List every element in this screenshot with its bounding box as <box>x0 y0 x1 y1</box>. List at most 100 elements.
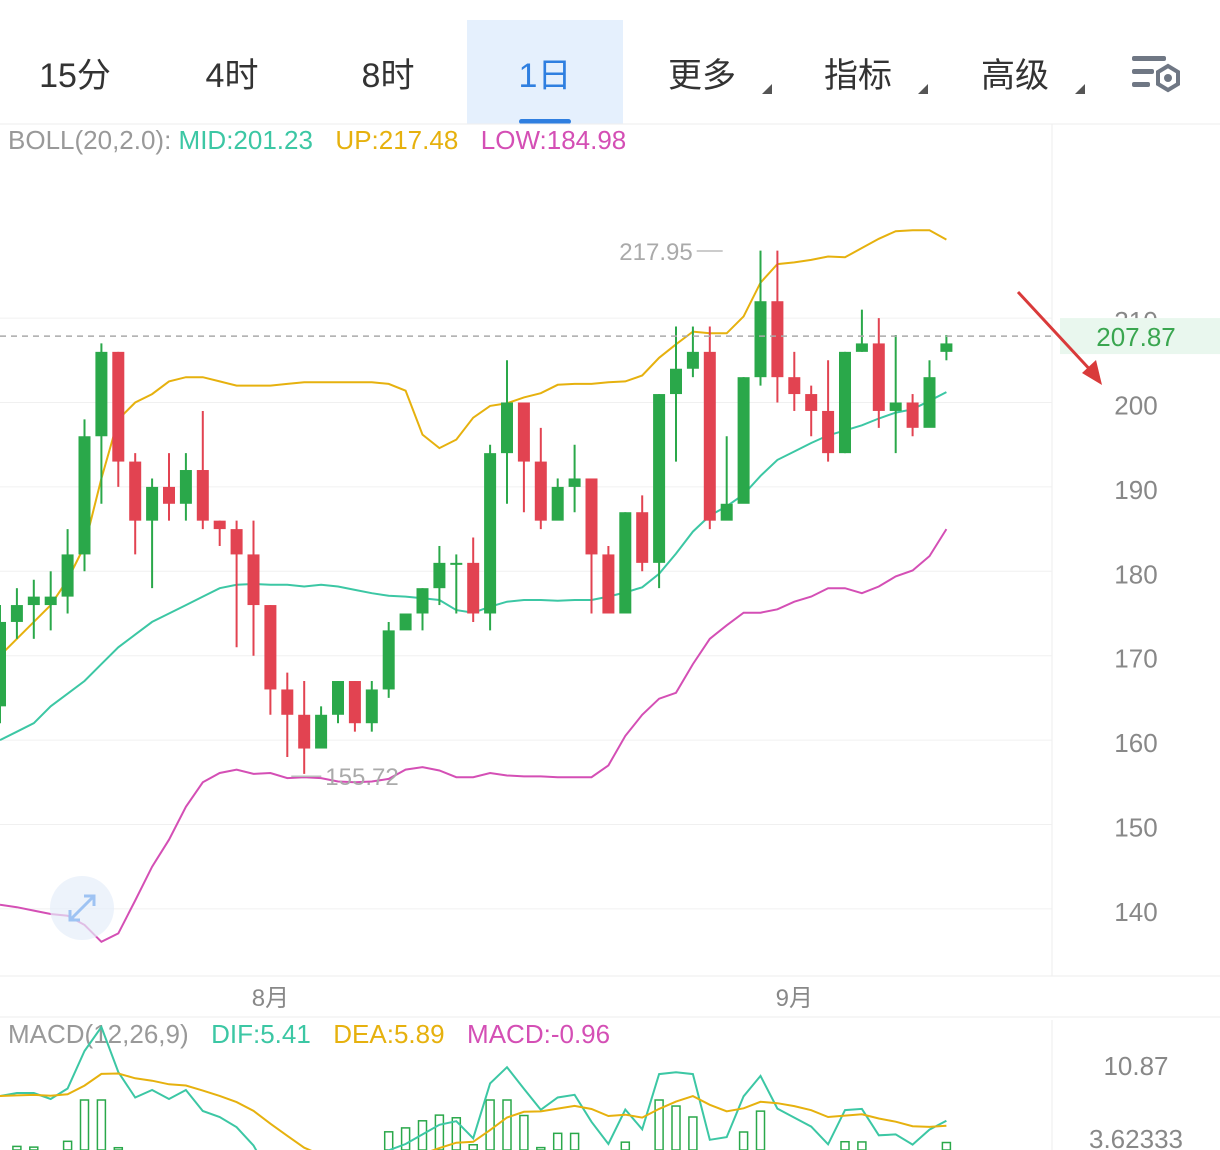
macd-dif-value: DIF:5.41 <box>211 1019 311 1049</box>
max-price-label: 217.95 <box>619 239 692 266</box>
current-price-label: 207.87 <box>1096 322 1176 352</box>
candle-down <box>585 478 598 555</box>
candle-up <box>720 503 733 521</box>
tab-label: 4时 <box>205 56 259 95</box>
y-tick-label: 140 <box>1114 897 1157 927</box>
macd-indicator-header: MACD(12,26,9) DIF:5.41 DEA:5.89 MACD:-0.… <box>8 1019 610 1050</box>
macd-histogram-bar <box>502 1099 512 1150</box>
macd-histogram-bar <box>688 1116 698 1150</box>
tab-6[interactable]: 高级 <box>937 20 1093 124</box>
mid-line <box>0 391 947 741</box>
candle-down <box>703 351 716 521</box>
candle-up <box>179 470 192 504</box>
candle-down <box>163 486 175 504</box>
tab-1[interactable]: 4时 <box>154 20 310 124</box>
candle-up <box>332 681 344 715</box>
lower-band-line <box>0 528 948 944</box>
candle-up <box>839 351 851 454</box>
candle-up <box>855 343 868 352</box>
macd-histogram-bar <box>96 1099 107 1150</box>
macd-tick-label: 10.87 <box>1103 1051 1168 1081</box>
tab-0[interactable]: 15分 <box>0 20 153 124</box>
tab-3[interactable]: 1日 <box>467 20 623 124</box>
dropdown-caret-icon <box>1075 84 1085 94</box>
candle-down <box>771 301 784 378</box>
macd-histogram-bar <box>840 1140 850 1150</box>
macd-histogram-bar <box>519 1114 529 1150</box>
macd-histogram-bar <box>62 1140 73 1150</box>
tab-4[interactable]: 更多 <box>624 20 780 124</box>
macd-name: MACD(12,26,9) <box>8 1019 189 1049</box>
candle-up <box>10 605 23 622</box>
tab-label: 更多 <box>668 56 736 95</box>
tab-label: 8时 <box>361 56 415 95</box>
candle-down <box>196 470 209 521</box>
candle-down <box>906 402 919 428</box>
candle-up <box>95 351 108 437</box>
candle-down <box>230 529 243 555</box>
active-tab-indicator <box>519 119 571 124</box>
candle-down <box>467 562 480 614</box>
price-chart[interactable]: 140 150 160 170 180 190 200 210 8月 9月 207.87 217.95… <box>0 0 1220 1150</box>
macd-histogram-bar <box>738 1131 749 1150</box>
macd-histogram-bar <box>620 1141 631 1150</box>
tab-label: 15分 <box>39 56 111 95</box>
macd-histogram-bar <box>485 1099 495 1150</box>
candle-up <box>27 596 40 606</box>
boll-name: BOLL(20,2.0): <box>8 125 172 155</box>
boll-indicator-header: BOLL(20,2.0): MID:201.23 UP:217.48 LOW:1… <box>8 125 626 156</box>
tab-label: 高级 <box>981 56 1049 95</box>
candle-down <box>872 343 885 411</box>
candle-up <box>653 394 666 563</box>
candle-up <box>484 453 497 614</box>
tab-2[interactable]: 8时 <box>310 20 466 124</box>
macd-histogram-bar <box>383 1131 394 1150</box>
macd-histogram-bar <box>400 1127 411 1150</box>
y-tick-label: 190 <box>1114 475 1157 505</box>
candle-down <box>534 461 547 521</box>
candle-down <box>602 554 615 614</box>
expand-chart-button[interactable] <box>50 876 114 940</box>
candle-down <box>264 605 277 690</box>
macd-histogram-bar <box>417 1120 428 1150</box>
macd-histogram-bar <box>79 1099 90 1150</box>
candle-down <box>281 689 294 715</box>
macd-histogram-bar <box>654 1099 664 1150</box>
tab-label: 1日 <box>518 56 572 95</box>
candle-down <box>129 461 142 521</box>
candle-up <box>686 351 699 369</box>
candle-up <box>365 689 378 724</box>
candle-down <box>636 512 649 563</box>
candle-up <box>754 301 767 378</box>
candle-down <box>788 377 801 395</box>
min-price-label: 155.72 <box>325 764 398 791</box>
tab-5[interactable]: 指标 <box>780 20 936 124</box>
dea-line <box>0 1072 947 1150</box>
macd-histogram-bar <box>857 1141 867 1150</box>
candle-up <box>399 613 412 631</box>
candle-up <box>737 377 750 504</box>
y-tick-label: 170 <box>1114 644 1157 674</box>
macd-histogram-bar <box>941 1141 952 1150</box>
y-tick-label: 200 <box>1114 391 1157 421</box>
candle-down <box>298 714 311 749</box>
period-tab-bar: 15分 4时 8时 1日 更多 指标 高级 <box>0 0 1220 124</box>
candle-up <box>940 343 953 352</box>
x-tick-label: 8月 <box>252 985 289 1012</box>
candle-up <box>450 562 463 565</box>
macd-histogram-bar <box>468 1143 478 1150</box>
macd-histogram-bar <box>12 1145 22 1150</box>
macd-histogram-bar <box>569 1132 580 1150</box>
candle-up <box>416 588 429 614</box>
macd-histogram-bar <box>434 1114 445 1150</box>
macd-histogram-bar <box>451 1117 462 1150</box>
candle-up <box>619 512 632 614</box>
candle-up <box>433 562 446 589</box>
upper-band-line <box>0 229 947 657</box>
chart-settings-icon[interactable] <box>1128 50 1184 98</box>
macd-tick-label: 3.62333 <box>1089 1124 1183 1150</box>
candle-up <box>551 486 564 521</box>
candle-up <box>382 630 395 690</box>
candle-down <box>213 520 226 530</box>
x-tick-label: 9月 <box>776 985 813 1012</box>
